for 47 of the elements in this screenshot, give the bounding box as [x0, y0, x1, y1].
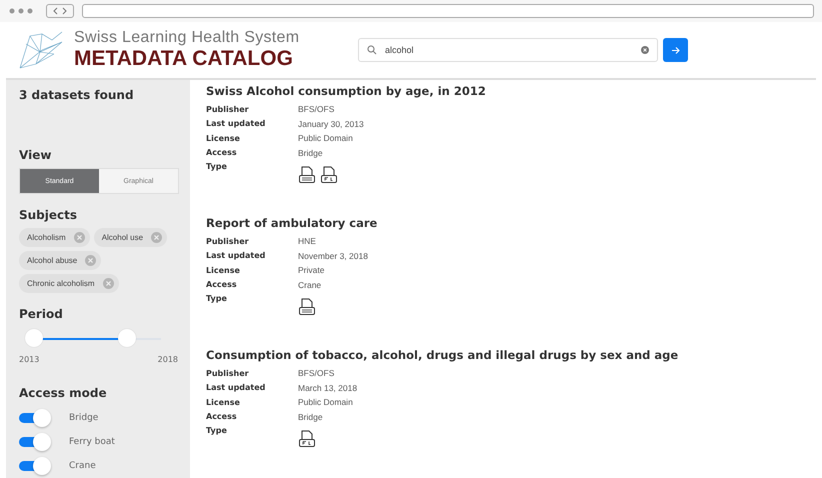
- toggle-label: Ferry boat: [69, 437, 115, 447]
- field-label: Access: [206, 412, 238, 422]
- section-title: View: [19, 148, 52, 162]
- search-field[interactable]: alcohol: [358, 38, 658, 62]
- field-value: Public Domain: [298, 397, 353, 408]
- brand-title: METADATA CATALOG: [74, 47, 294, 71]
- field-label: License: [206, 398, 241, 407]
- subject-tag[interactable]: Alcohol abuse: [19, 251, 102, 270]
- field-label: Last updated: [206, 383, 266, 392]
- brand-subtitle: Swiss Learning Health System: [74, 29, 300, 47]
- results-count: 3 datasets found: [19, 88, 135, 102]
- section-title: Period: [19, 307, 64, 321]
- field-label: Type: [206, 293, 228, 303]
- field-value: Crane: [298, 280, 322, 290]
- period-end-label: 2018: [158, 355, 178, 364]
- field-label: Publisher: [206, 236, 250, 246]
- field-label: Type: [206, 161, 228, 171]
- field-value: Bridge: [298, 412, 323, 422]
- field-value: Public Domain: [298, 133, 353, 144]
- field-label: Type: [206, 425, 228, 435]
- subject-tag[interactable]: Alcoholism: [19, 228, 90, 247]
- field-value: Private: [298, 265, 324, 276]
- field-label: Access: [206, 148, 238, 158]
- field-value: March 13, 2018: [298, 382, 358, 393]
- field-value: Bridge: [298, 148, 323, 158]
- field-label: License: [206, 266, 241, 275]
- field-label: License: [206, 134, 241, 143]
- field-label: Publisher: [206, 104, 250, 114]
- field-label: Last updated: [206, 251, 266, 260]
- field-value: HNE: [298, 236, 316, 246]
- dataset-title[interactable]: Consumption of tobacco, alcohol, drugs and illegal drugs by sex and age: [206, 348, 816, 362]
- dataset-title[interactable]: Report of ambulatory care: [206, 216, 816, 230]
- subject-tag[interactable]: Chronic alcoholism: [19, 274, 119, 293]
- field-label: Publisher: [206, 368, 250, 378]
- field-label: Last updated: [206, 119, 266, 128]
- dataset-title[interactable]: Swiss Alcohol consumption by age, in 2012: [206, 84, 816, 98]
- field-label: Access: [206, 280, 238, 290]
- section-title: Access mode: [19, 386, 108, 400]
- subject-tag[interactable]: Alcohol use: [94, 228, 168, 247]
- toggle-label: Bridge: [69, 413, 98, 423]
- field-value: November 3, 2018: [298, 250, 368, 261]
- field-value: BFS/OFS: [298, 368, 334, 378]
- field-value: BFS/OFS: [298, 104, 334, 114]
- field-value: January 30, 2013: [298, 118, 364, 129]
- section-title: Subjects: [19, 208, 78, 222]
- toggle-label: Crane: [69, 461, 96, 471]
- period-start-label: 2013: [19, 355, 40, 364]
